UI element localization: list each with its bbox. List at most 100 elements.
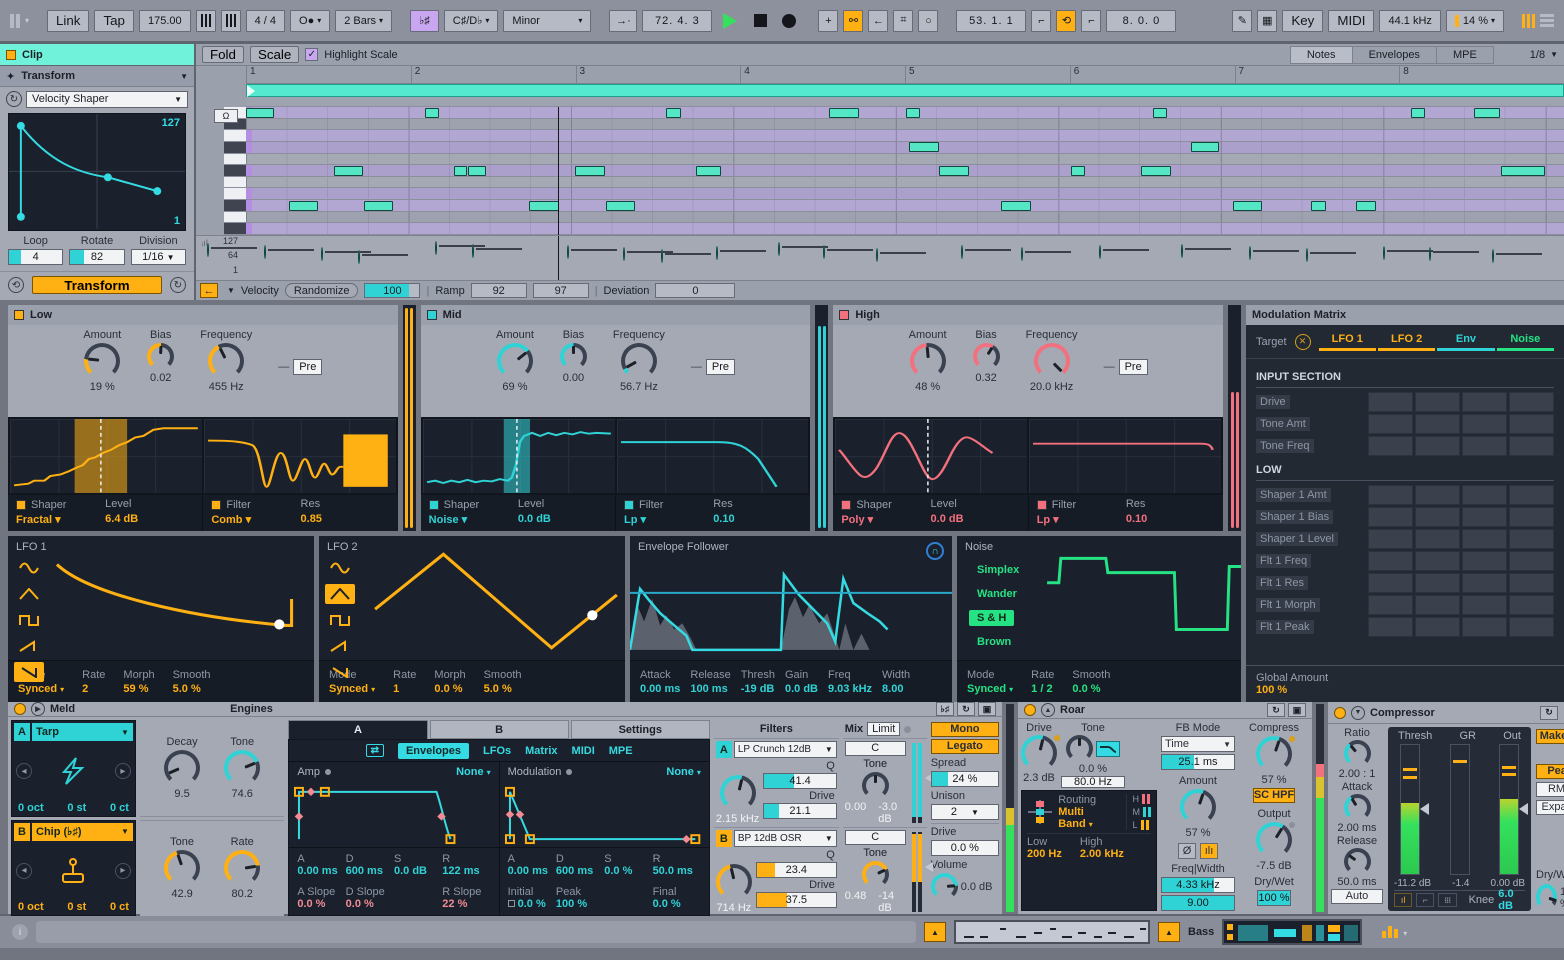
matrix-cell[interactable] xyxy=(1462,573,1507,593)
tempo-field[interactable]: 175.00 xyxy=(139,10,191,32)
param-value[interactable]: 0.0 % xyxy=(1072,683,1110,695)
volume-knob[interactable] xyxy=(931,873,958,900)
filter-a-freq-value[interactable]: 2.15 kHz xyxy=(716,813,759,825)
pre-button[interactable]: Pre xyxy=(293,359,322,375)
param-value[interactable]: 600 ms xyxy=(346,865,394,877)
velocity-marker[interactable] xyxy=(1021,248,1023,260)
matrix-cell[interactable] xyxy=(1462,617,1507,637)
matrix-cell[interactable] xyxy=(1415,485,1460,505)
param-value[interactable]: 22 % xyxy=(442,898,490,910)
randomize-button[interactable]: Randomize xyxy=(285,283,359,298)
transform-tool-menu[interactable]: Velocity Shaper▼ xyxy=(26,91,188,108)
frequency-knob[interactable] xyxy=(1034,343,1070,379)
ruler-bar-number[interactable]: 6 xyxy=(1070,66,1235,83)
arrangement-position-field[interactable]: 72. 4. 3 xyxy=(642,10,712,32)
transform-section-header[interactable]: ✦Transform▼ xyxy=(0,66,194,87)
param-value[interactable]: 0.0 dB xyxy=(785,683,818,695)
ruler-bar-number[interactable]: 3 xyxy=(576,66,741,83)
tab-settings[interactable]: Settings xyxy=(571,720,710,739)
tab-mpe[interactable]: MPE xyxy=(1436,46,1494,64)
pre-button[interactable]: Pre xyxy=(1119,359,1148,375)
velocity-marker[interactable] xyxy=(1429,248,1431,260)
save-preset-icon[interactable]: ▣ xyxy=(978,702,996,716)
tone-b-knob[interactable] xyxy=(164,850,200,886)
filter-a-freq-knob[interactable] xyxy=(720,775,756,811)
param-value[interactable]: 0.0 % xyxy=(297,898,345,910)
matrix-cell[interactable] xyxy=(1415,617,1460,637)
punch-in-icon[interactable]: ⌐ xyxy=(1031,10,1051,32)
matrix-cell[interactable] xyxy=(1462,392,1507,412)
new-midi-icon[interactable]: + xyxy=(818,10,838,32)
midi-note[interactable] xyxy=(909,142,939,152)
lfo2-display[interactable] xyxy=(319,536,625,660)
band-header[interactable]: Mid xyxy=(421,305,811,325)
mix-a-tone-knob[interactable] xyxy=(862,772,889,799)
next-engine-icon[interactable]: ▸ xyxy=(115,763,131,779)
highlight-scale-checkbox[interactable]: ✓ xyxy=(305,48,318,61)
next-engine-icon[interactable]: ▸ xyxy=(115,863,131,879)
matrix-cell[interactable] xyxy=(1415,573,1460,593)
fb-amount-knob[interactable] xyxy=(1180,789,1216,825)
velocity-marker[interactable] xyxy=(264,246,266,258)
scale-name-menu[interactable]: Minor▾ xyxy=(503,10,591,32)
grid-row[interactable] xyxy=(246,165,1564,177)
play-button[interactable] xyxy=(723,13,737,29)
ruler-bar-number[interactable]: 1 xyxy=(246,66,411,83)
clip-view-toggle-icon[interactable]: ▲ xyxy=(924,922,946,942)
out-handle[interactable] xyxy=(1519,803,1528,815)
knee-value[interactable]: 6.0 dB xyxy=(1498,888,1525,912)
punch-out-icon[interactable]: ⌐ xyxy=(1081,10,1101,32)
band-header[interactable]: High xyxy=(833,305,1223,325)
nudge-down-icon[interactable] xyxy=(196,10,216,32)
amp-envelope-display[interactable] xyxy=(289,782,498,848)
velocity-marker[interactable] xyxy=(1181,245,1183,257)
matrix-cell[interactable] xyxy=(1415,551,1460,571)
shaper-on-icon[interactable] xyxy=(429,500,439,510)
stop-button[interactable] xyxy=(754,14,767,27)
amp-route-menu[interactable]: None▾ xyxy=(456,766,491,778)
save-preset-icon[interactable]: ▣ xyxy=(1288,703,1306,717)
midi-note[interactable] xyxy=(1356,201,1376,211)
matrix-cell[interactable] xyxy=(1415,595,1460,615)
drive-knob[interactable] xyxy=(1021,735,1057,771)
res-value[interactable]: 0.10 xyxy=(713,513,802,529)
matrix-cell[interactable] xyxy=(1368,617,1413,637)
envelope-follower-display[interactable] xyxy=(630,536,952,660)
midi-note[interactable] xyxy=(1311,201,1326,211)
param-value[interactable]: 0.0 dB xyxy=(394,865,442,877)
compress-knob[interactable] xyxy=(1256,736,1292,772)
noise-option-wander[interactable]: Wander xyxy=(969,586,1025,602)
record-button[interactable] xyxy=(782,14,796,28)
midi-note[interactable] xyxy=(454,166,467,176)
matrix-cell[interactable] xyxy=(1509,436,1554,456)
param-value[interactable]: 0.00 ms xyxy=(297,865,345,877)
matrix-cell[interactable] xyxy=(1509,392,1554,412)
velocity-marker[interactable] xyxy=(661,250,663,262)
loop-icon[interactable]: ⟲ xyxy=(1056,10,1076,32)
frequency-value[interactable]: 56.7 Hz xyxy=(620,381,658,393)
midi-note[interactable] xyxy=(1501,166,1545,176)
groove-pool-button[interactable]: O●▾ xyxy=(290,10,330,32)
ramp-start-field[interactable]: 92 xyxy=(471,283,527,298)
matrix-cell[interactable] xyxy=(1415,529,1460,549)
param-value[interactable]: 0.00 ms xyxy=(640,683,680,695)
preview-headphone-icon[interactable]: Ω xyxy=(214,109,238,123)
shaper-type-menu[interactable]: Fractal ▾ xyxy=(16,513,105,529)
filter-b-q[interactable]: 23.4 xyxy=(756,862,837,878)
global-amount-value[interactable]: 100 % xyxy=(1256,684,1287,696)
fb-time-field[interactable]: 25.1 ms xyxy=(1161,754,1235,770)
square-wave-icon[interactable] xyxy=(325,610,355,630)
level-value[interactable]: -14 dB xyxy=(878,890,906,914)
matrix-cell[interactable] xyxy=(1368,529,1413,549)
clip-overview[interactable] xyxy=(954,920,1150,944)
velocity-shaper-graph[interactable]: 127 1 xyxy=(8,113,186,231)
dry-wet-knob[interactable] xyxy=(1536,884,1557,911)
matrix-column-lfo2[interactable]: LFO 2 xyxy=(1378,333,1435,351)
shaper-type-menu[interactable]: Poly ▾ xyxy=(841,513,930,529)
filter-type-menu[interactable]: Lp ▾ xyxy=(624,513,713,529)
grid-row[interactable] xyxy=(246,223,1564,235)
amount-value[interactable]: 19 % xyxy=(90,381,115,393)
beat-time-ruler[interactable]: 12345678 xyxy=(246,66,1564,84)
velocity-marker[interactable] xyxy=(1099,246,1101,258)
filter-b-freq-value[interactable]: 714 Hz xyxy=(716,902,751,914)
